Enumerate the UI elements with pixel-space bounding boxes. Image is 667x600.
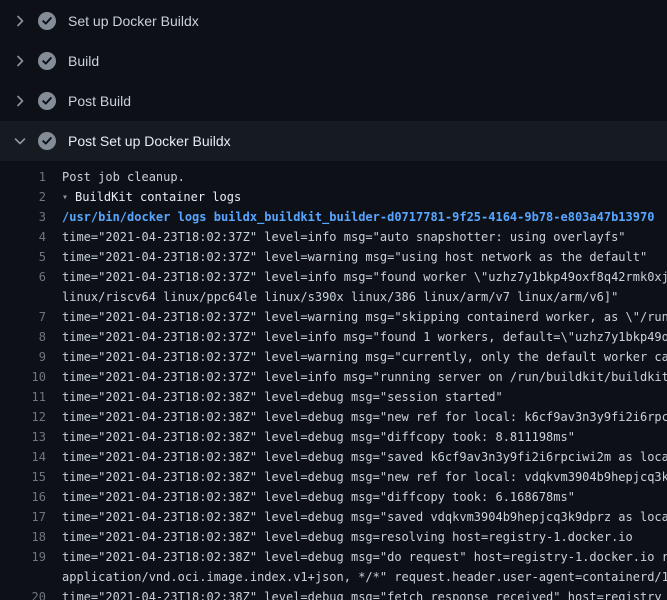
step-label: Set up Docker Buildx — [68, 13, 199, 29]
check-circle-icon — [38, 12, 56, 30]
log-line-text: time="2021-04-23T18:02:37Z" level=info m… — [46, 367, 667, 387]
log-line-number[interactable]: 10 — [0, 367, 46, 387]
log-line-text: time="2021-04-23T18:02:37Z" level=warnin… — [46, 347, 667, 367]
log-line-number[interactable] — [0, 567, 46, 587]
log-line-number[interactable]: 8 — [0, 327, 46, 347]
actions-log-viewer: Set up Docker Buildx Build P — [0, 0, 667, 600]
log-line: 19 time="2021-04-23T18:02:38Z" level=deb… — [0, 547, 667, 567]
log-line-number[interactable]: 13 — [0, 427, 46, 447]
log-line-number[interactable]: 12 — [0, 407, 46, 427]
step-label: Post Set up Docker Buildx — [68, 133, 231, 149]
log-line: 3 /usr/bin/docker logs buildx_buildkit_b… — [0, 207, 667, 227]
log-line-number[interactable]: 3 — [0, 207, 46, 227]
check-circle-icon — [38, 52, 56, 70]
log-line: 11 time="2021-04-23T18:02:38Z" level=deb… — [0, 387, 667, 407]
step-label: Post Build — [68, 93, 131, 109]
log-line-text: time="2021-04-23T18:02:37Z" level=info m… — [46, 227, 667, 247]
log-line: 8 time="2021-04-23T18:02:37Z" level=info… — [0, 327, 667, 347]
log-line-text: time="2021-04-23T18:02:38Z" level=debug … — [46, 587, 667, 600]
log-line-number[interactable]: 17 — [0, 507, 46, 527]
log-line: 20 time="2021-04-23T18:02:38Z" level=deb… — [0, 587, 667, 600]
log-line-text: time="2021-04-23T18:02:38Z" level=debug … — [46, 487, 667, 507]
log-line-text: time="2021-04-23T18:02:37Z" level=warnin… — [46, 307, 667, 327]
log-line-text: /usr/bin/docker logs buildx_buildkit_bui… — [46, 207, 667, 227]
log-line: 10 time="2021-04-23T18:02:37Z" level=inf… — [0, 367, 667, 387]
log-line-text: time="2021-04-23T18:02:37Z" level=info m… — [46, 267, 667, 287]
log-line: 4 time="2021-04-23T18:02:37Z" level=info… — [0, 227, 667, 247]
log-line: 18 time="2021-04-23T18:02:38Z" level=deb… — [0, 527, 667, 547]
log-line-number[interactable]: 6 — [0, 267, 46, 287]
log-line-text: linux/riscv64 linux/ppc64le linux/s390x … — [46, 287, 667, 307]
chevron-right-icon — [12, 53, 28, 69]
log-line: 6 time="2021-04-23T18:02:37Z" level=info… — [0, 267, 667, 287]
log-line-number[interactable]: 2 — [0, 187, 46, 207]
log-line-text: time="2021-04-23T18:02:38Z" level=debug … — [46, 527, 667, 547]
log-line-number[interactable]: 11 — [0, 387, 46, 407]
log-line-number[interactable]: 7 — [0, 307, 46, 327]
log-line: 14 time="2021-04-23T18:02:38Z" level=deb… — [0, 447, 667, 467]
log-line: 16 time="2021-04-23T18:02:38Z" level=deb… — [0, 487, 667, 507]
log-line: 7 time="2021-04-23T18:02:37Z" level=warn… — [0, 307, 667, 327]
log-line-number[interactable]: 14 — [0, 447, 46, 467]
log-line[interactable]: 2 ▾ BuildKit container logs — [0, 187, 667, 207]
log-line: linux/riscv64 linux/ppc64le linux/s390x … — [0, 287, 667, 307]
log-lines: 1 Post job cleanup. 2 ▾ BuildKit containe… — [0, 161, 667, 600]
log-line-text: Post job cleanup. — [46, 167, 667, 187]
log-line-text: time="2021-04-23T18:02:38Z" level=debug … — [46, 447, 667, 467]
log-line-number[interactable]: 20 — [0, 587, 46, 600]
log-line: 13 time="2021-04-23T18:02:38Z" level=deb… — [0, 427, 667, 447]
step-label: Build — [68, 53, 99, 69]
log-line: 9 time="2021-04-23T18:02:37Z" level=warn… — [0, 347, 667, 367]
log-line-number[interactable]: 15 — [0, 467, 46, 487]
log-line: application/vnd.oci.image.index.v1+json,… — [0, 567, 667, 587]
chevron-right-icon — [12, 93, 28, 109]
log-line-text: time="2021-04-23T18:02:38Z" level=debug … — [46, 547, 667, 567]
log-line-number[interactable]: 5 — [0, 247, 46, 267]
log-line-number[interactable] — [0, 287, 46, 307]
step-row-build[interactable]: Build — [0, 41, 667, 81]
log-line-number[interactable]: 9 — [0, 347, 46, 367]
log-group-title: BuildKit container logs — [75, 190, 241, 204]
disclosure-triangle-icon[interactable]: ▾ — [62, 192, 68, 203]
log-line-number[interactable]: 16 — [0, 487, 46, 507]
log-line-text: time="2021-04-23T18:02:38Z" level=debug … — [46, 387, 667, 407]
log-line-text: time="2021-04-23T18:02:38Z" level=debug … — [46, 507, 667, 527]
log-line-text: time="2021-04-23T18:02:38Z" level=debug … — [46, 427, 667, 447]
step-row-post-set-up-docker-buildx[interactable]: Post Set up Docker Buildx — [0, 121, 667, 161]
log-line: 12 time="2021-04-23T18:02:38Z" level=deb… — [0, 407, 667, 427]
log-line: 1 Post job cleanup. — [0, 167, 667, 187]
log-line: 15 time="2021-04-23T18:02:38Z" level=deb… — [0, 467, 667, 487]
log-line-text: time="2021-04-23T18:02:37Z" level=warnin… — [46, 247, 667, 267]
log-line-text: ▾ BuildKit container logs — [46, 187, 667, 207]
log-line-number[interactable]: 18 — [0, 527, 46, 547]
log-line: 5 time="2021-04-23T18:02:37Z" level=warn… — [0, 247, 667, 267]
log-line-number[interactable]: 4 — [0, 227, 46, 247]
log-line-text: time="2021-04-23T18:02:38Z" level=debug … — [46, 467, 667, 487]
chevron-right-icon — [12, 13, 28, 29]
log-line-number[interactable]: 19 — [0, 547, 46, 567]
check-circle-icon — [38, 132, 56, 150]
log-line-text: application/vnd.oci.image.index.v1+json,… — [46, 567, 667, 587]
log-line-text: time="2021-04-23T18:02:38Z" level=debug … — [46, 407, 667, 427]
chevron-down-icon — [12, 133, 28, 149]
steps-list: Set up Docker Buildx Build P — [0, 0, 667, 161]
log-line-text: time="2021-04-23T18:02:37Z" level=info m… — [46, 327, 667, 347]
step-row-post-build[interactable]: Post Build — [0, 81, 667, 121]
log-line-number[interactable]: 1 — [0, 167, 46, 187]
step-row-set-up-docker-buildx[interactable]: Set up Docker Buildx — [0, 1, 667, 41]
log-line: 17 time="2021-04-23T18:02:38Z" level=deb… — [0, 507, 667, 527]
check-circle-icon — [38, 92, 56, 110]
